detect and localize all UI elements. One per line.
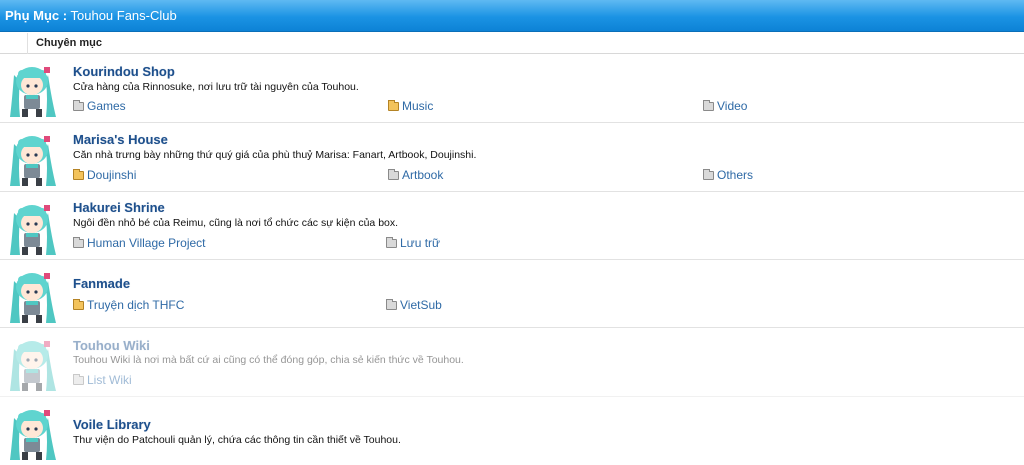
forum-title-link[interactable]: Hakurei Shrine <box>73 200 165 215</box>
folder-icon <box>703 99 714 111</box>
forum-avatar-icon <box>4 335 64 393</box>
subforum-link-luu-tru[interactable]: Lưu trữ <box>386 236 440 250</box>
forum-description: Căn nhà trưng bày những thứ quý giá của … <box>73 149 477 161</box>
folder-new-icon <box>73 298 84 310</box>
forum-description: Ngôi đền nhỏ bé của Reimu, cũng là nơi t… <box>73 217 399 229</box>
folder-icon <box>73 99 84 111</box>
header-prefix: Phụ Mục : <box>5 8 68 23</box>
subforum-label: Video <box>717 99 748 113</box>
subforum-link-video[interactable]: Video <box>703 99 747 113</box>
forum-description: Touhou Wiki là nơi mà bất cứ ai cũng có … <box>73 354 464 366</box>
column-header-label: Chuyên mục <box>36 37 103 49</box>
forum-avatar-icon <box>4 61 64 119</box>
forum-category-header: Phụ Mục : Touhou Fans-Club <box>0 0 1024 32</box>
forum-description: Thư viện do Patchouli quản lý, chứa các … <box>73 434 401 446</box>
subforum-link-artbook[interactable]: Artbook <box>388 168 443 182</box>
column-header-bar: Chuyên mục <box>0 33 1024 54</box>
forum-title-link[interactable]: Touhou Wiki <box>73 338 150 353</box>
column-header-icon-cell <box>0 33 28 54</box>
subforum-link-human-village[interactable]: Human Village Project <box>73 236 206 250</box>
forum-title-link[interactable]: Voile Library <box>73 417 151 432</box>
folder-new-icon <box>73 168 84 180</box>
forum-title-link[interactable]: Marisa's House <box>73 132 168 147</box>
forum-avatar-icon <box>4 267 64 325</box>
subforum-link-doujinshi[interactable]: Doujinshi <box>73 168 136 182</box>
forum-title-link[interactable]: Fanmade <box>73 276 130 291</box>
subforum-link-others[interactable]: Others <box>703 168 753 182</box>
forum-row-marisa: Marisa's House Căn nhà trưng bày những t… <box>0 124 1024 192</box>
forum-avatar-icon <box>4 404 64 462</box>
forum-row-voile-library: Voile Library Thư viện do Patchouli quản… <box>0 398 1024 465</box>
folder-icon <box>703 168 714 180</box>
forum-avatar-icon <box>4 199 64 257</box>
subforum-label: Human Village Project <box>87 236 206 250</box>
forum-row-touhou-wiki: Touhou Wiki Touhou Wiki là nơi mà bất cứ… <box>0 329 1024 397</box>
subforum-link-music[interactable]: Music <box>388 99 433 113</box>
forum-avatar-icon <box>4 130 64 188</box>
subforum-label: Lưu trữ <box>400 236 441 250</box>
folder-new-icon <box>388 99 399 111</box>
folder-icon <box>386 236 397 248</box>
category-title-link[interactable]: Touhou Fans-Club <box>71 8 177 23</box>
folder-icon <box>73 373 84 385</box>
subforum-label: VietSub <box>400 298 442 312</box>
folder-icon <box>73 236 84 248</box>
forum-description: Cửa hàng của Rinnosuke, nơi lưu trữ tài … <box>73 81 359 93</box>
forum-row-kourindou: Kourindou Shop Cửa hàng của Rinnosuke, n… <box>0 55 1024 123</box>
subforum-link-list-wiki[interactable]: List Wiki <box>73 373 132 387</box>
subforum-label: Games <box>87 99 126 113</box>
forum-title-link[interactable]: Kourindou Shop <box>73 64 175 79</box>
folder-icon <box>386 298 397 310</box>
folder-icon <box>388 168 399 180</box>
forum-row-fanmade: Fanmade Truyện dịch THFC VietSub <box>0 261 1024 328</box>
forum-row-hakurei: Hakurei Shrine Ngôi đền nhỏ bé của Reimu… <box>0 193 1024 260</box>
subforum-label: List Wiki <box>87 373 132 387</box>
subforum-link-truyen-dich[interactable]: Truyện dịch THFC <box>73 298 184 312</box>
subforum-link-games[interactable]: Games <box>73 99 126 113</box>
subforum-link-vietsub[interactable]: VietSub <box>386 298 442 312</box>
subforum-label: Doujinshi <box>87 168 137 182</box>
subforum-label: Artbook <box>402 168 444 182</box>
subforum-label: Music <box>402 99 434 113</box>
subforum-label: Truyện dịch THFC <box>87 298 185 312</box>
subforum-label: Others <box>717 168 754 182</box>
